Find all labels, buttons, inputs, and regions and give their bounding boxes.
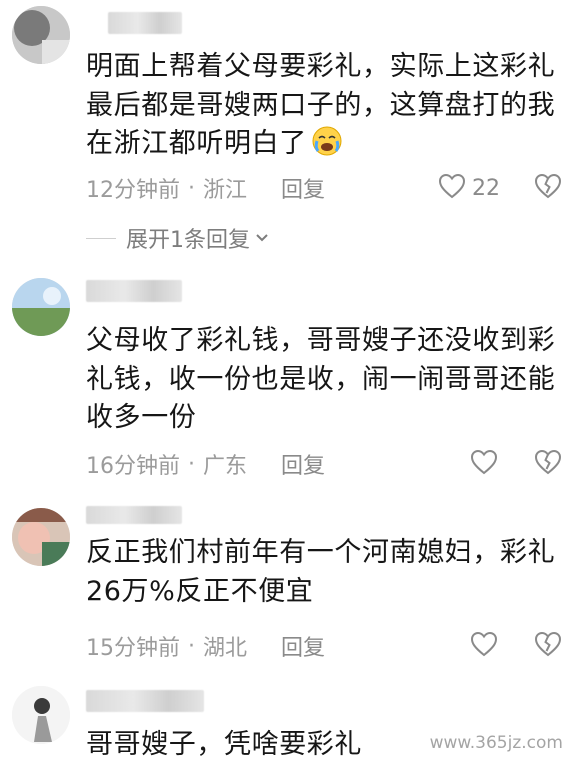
username-blurred[interactable] <box>108 12 182 34</box>
dislike-button[interactable] <box>534 446 562 482</box>
broken-heart-icon <box>534 449 562 479</box>
avatar[interactable] <box>12 508 70 566</box>
comment-time: 12分钟前 <box>86 178 180 203</box>
dislike-button[interactable] <box>534 170 562 206</box>
heart-icon <box>470 449 498 479</box>
comment-text-body: 父母收了彩礼钱，哥哥嫂子还没收到彩礼钱，收一份也是收，闹一闹哥哥还能收多一份 <box>86 325 556 433</box>
comment-time: 16分钟前 <box>86 454 180 479</box>
comment-time: 15分钟前 <box>86 636 180 661</box>
comment-text-body: 哥哥嫂子，凭啥要彩礼 <box>86 729 362 760</box>
reply-button[interactable]: 回复 <box>281 630 325 662</box>
like-count: 22 <box>472 175 500 201</box>
avatar[interactable] <box>12 6 70 64</box>
comment-text: 明面上帮着父母要彩礼，实际上这彩礼最后都是哥嫂两口子的，这算盘打的我在浙江都听明… <box>86 48 566 169</box>
comment-item: 父母收了彩礼钱，哥哥嫂子还没收到彩礼钱，收一份也是收，闹一闹哥哥还能收多一份 1… <box>0 270 577 490</box>
reply-button[interactable]: 回复 <box>281 448 325 480</box>
heart-icon <box>470 631 498 661</box>
comment-location: 广东 <box>203 454 248 479</box>
comment-text-body: 反正我们村前年有一个河南媳妇，彩礼26万%反正不便宜 <box>86 537 556 607</box>
watermark-text: www.365jz.com <box>429 733 563 753</box>
comment-meta: 16分钟前 · 广东 回复 <box>86 446 325 482</box>
expand-divider <box>86 237 116 239</box>
comment-location: 浙江 <box>203 178 248 203</box>
like-button[interactable] <box>470 628 498 664</box>
comment-item: 明面上帮着父母要彩礼，实际上这彩礼最后都是哥嫂两口子的，这算盘打的我在浙江都听明… <box>0 0 577 260</box>
broken-heart-icon <box>534 173 562 203</box>
avatar[interactable] <box>12 686 70 744</box>
chevron-down-icon <box>254 232 270 244</box>
comment-location: 湖北 <box>203 636 248 661</box>
expand-replies-label: 展开1条回复 <box>126 228 250 253</box>
like-button[interactable]: 22 <box>438 170 500 206</box>
dislike-button[interactable] <box>534 628 562 664</box>
comment-text: 父母收了彩礼钱，哥哥嫂子还没收到彩礼钱，收一份也是收，闹一闹哥哥还能收多一份 <box>86 322 566 438</box>
comment-meta: 12分钟前 · 浙江 回复 <box>86 170 325 206</box>
comment-item: 哥哥嫂子，凭啥要彩礼 www.365jz.com <box>0 680 577 764</box>
crying-emoji-icon <box>311 125 343 169</box>
meta-separator: · <box>188 633 195 659</box>
like-button[interactable] <box>470 446 498 482</box>
comment-meta: 15分钟前 · 湖北 回复 <box>86 628 325 664</box>
comment-text: 反正我们村前年有一个河南媳妇，彩礼26万%反正不便宜 <box>86 534 566 611</box>
reply-button[interactable]: 回复 <box>281 172 325 204</box>
meta-separator: · <box>188 451 195 477</box>
heart-icon <box>438 173 466 203</box>
expand-replies-button[interactable]: 展开1条回复 <box>86 222 270 254</box>
username-blurred[interactable] <box>86 506 182 524</box>
avatar[interactable] <box>12 278 70 336</box>
broken-heart-icon <box>534 631 562 661</box>
comment-item: 反正我们村前年有一个河南媳妇，彩礼26万%反正不便宜 15分钟前 · 湖北 回复 <box>0 500 577 680</box>
watermark: www.365jz.com <box>423 728 569 758</box>
username-blurred[interactable] <box>86 690 204 712</box>
meta-separator: · <box>188 175 195 201</box>
username-blurred[interactable] <box>86 280 182 302</box>
